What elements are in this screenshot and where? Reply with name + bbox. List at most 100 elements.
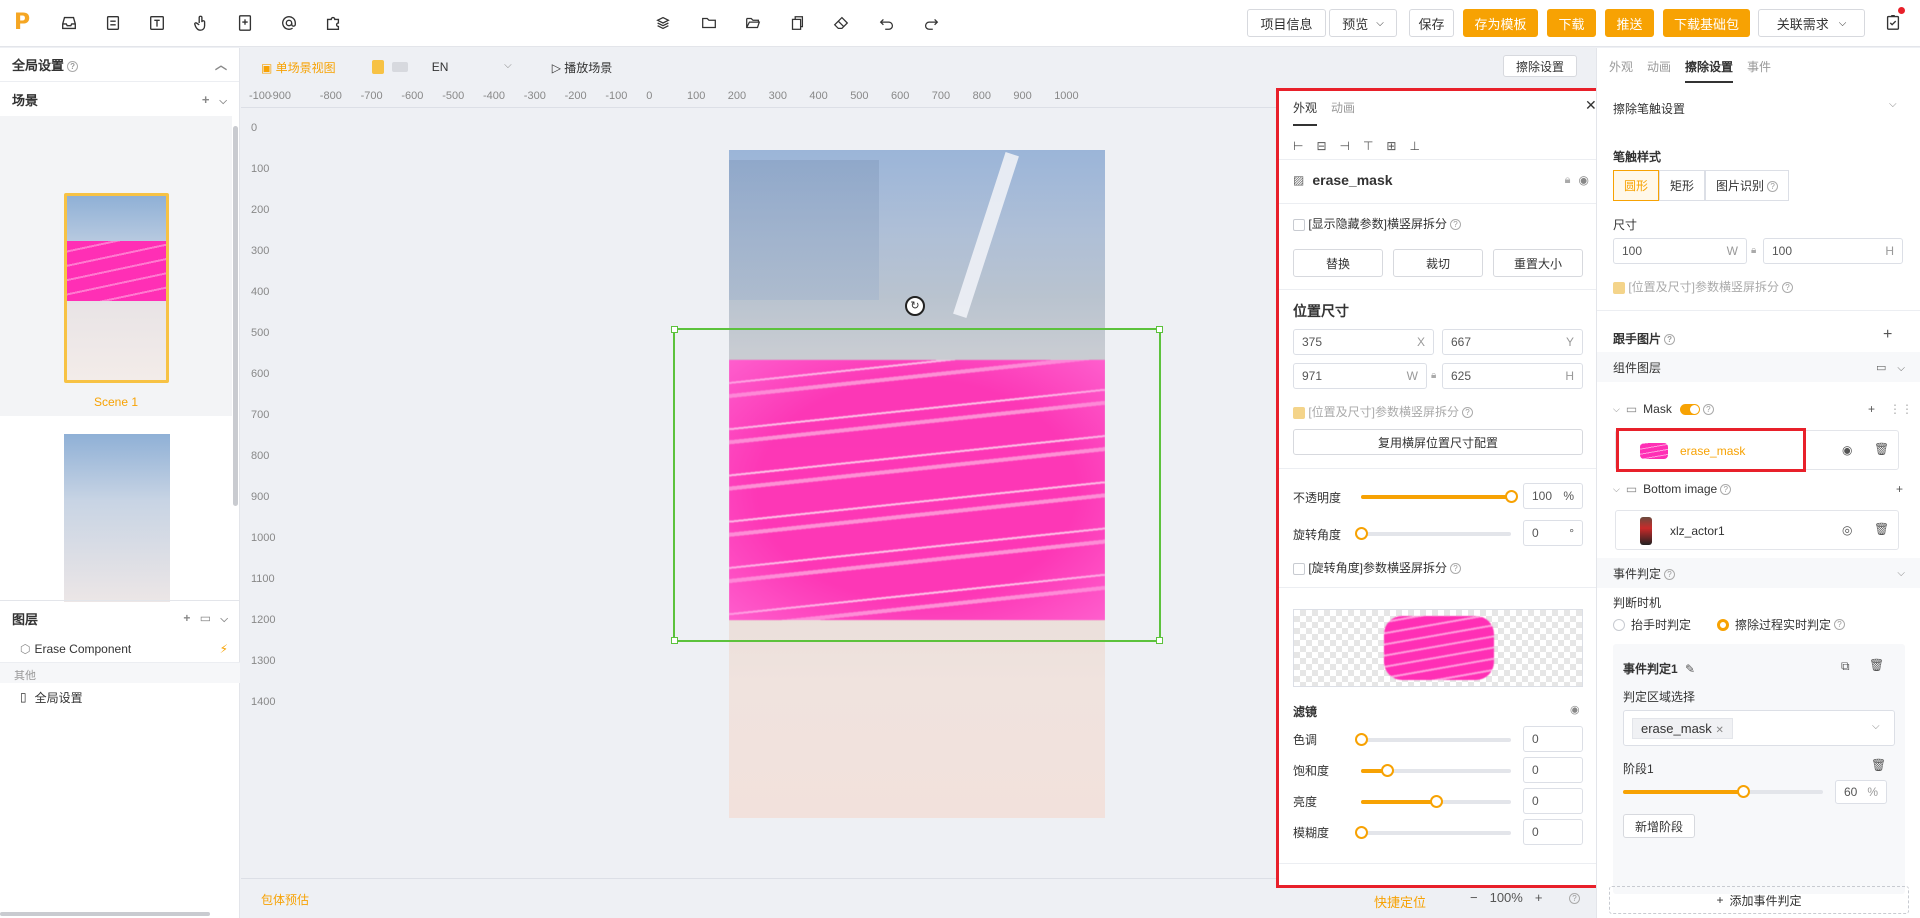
saturation-slider[interactable] <box>1361 764 1511 777</box>
add-bottom-item-icon[interactable]: + <box>1896 482 1903 496</box>
at-icon[interactable] <box>278 12 300 34</box>
save-button[interactable]: 保存 <box>1409 9 1454 37</box>
mask-group-row[interactable]: ⌵ ▭ Mask ? + ⋮⋮ <box>1613 402 1913 416</box>
hand-icon[interactable] <box>190 12 212 34</box>
event-judgement-header[interactable]: 事件判定? ⌵ <box>1597 558 1920 588</box>
actor-layer-row[interactable]: xlz_actor1 ◎ 🗑︎ <box>1615 510 1899 550</box>
position-split-checkbox[interactable] <box>1293 406 1305 419</box>
image-preview[interactable] <box>1293 609 1583 687</box>
blur-slider-knob[interactable] <box>1355 826 1368 839</box>
chevron-down-icon[interactable]: ⌵ <box>1897 363 1905 374</box>
align-middle-v-icon[interactable]: ⊞ <box>1386 139 1396 153</box>
erase-component-layer[interactable]: ⬡ Erase Component ⚡ <box>0 635 240 663</box>
play-scene-button[interactable]: ▷ 播放场景 <box>552 59 613 76</box>
download-button[interactable]: 下载 <box>1547 9 1596 37</box>
realtime-radio[interactable] <box>1717 618 1730 631</box>
rotate-handle-icon[interactable]: ↻ <box>905 296 925 316</box>
resize-handle-se[interactable] <box>1156 637 1163 644</box>
hue-slider-knob[interactable] <box>1355 733 1368 746</box>
brightness-slider-knob[interactable] <box>1430 795 1443 808</box>
related-demand-dropdown[interactable]: 关联需求 ⌵ <box>1758 9 1865 37</box>
remove-tag-icon[interactable]: ✕ <box>1715 725 1723 736</box>
stage-input[interactable]: 60% <box>1835 780 1887 804</box>
show-hidden-checkbox[interactable] <box>1293 218 1305 231</box>
chevron-down-icon[interactable]: ⌵ <box>220 614 228 625</box>
add-scene-icon[interactable]: + <box>202 92 210 107</box>
zoom-in-button[interactable]: + <box>1535 890 1543 905</box>
align-bottom-icon[interactable]: ⊥ <box>1409 139 1419 153</box>
folder-icon[interactable] <box>698 12 720 34</box>
zoom-out-button[interactable]: − <box>1470 890 1478 905</box>
align-center-h-icon[interactable]: ⊟ <box>1316 139 1326 153</box>
saturation-input[interactable]: 0 <box>1523 757 1583 783</box>
crop-button[interactable]: 裁切 <box>1393 249 1483 277</box>
puzzle-icon[interactable] <box>322 12 344 34</box>
edit-icon[interactable]: ✎ <box>1685 662 1695 676</box>
selection-box[interactable] <box>671 326 1163 644</box>
chevron-down-icon[interactable]: ⌵ <box>1613 404 1620 415</box>
language-select[interactable]: EN ⌵ <box>432 60 512 74</box>
preview-dropdown[interactable]: 预览 ⌵ <box>1329 9 1397 37</box>
aspect-lock-icon[interactable]: 🔒︎ <box>1751 245 1756 256</box>
x-input[interactable]: 375 X <box>1293 329 1434 355</box>
style-circle-option[interactable]: 圆形 <box>1613 170 1660 201</box>
brush-height-input[interactable]: 100 H <box>1763 238 1903 264</box>
help-icon[interactable]: ? <box>1569 893 1580 904</box>
copy-icon[interactable] <box>786 12 808 34</box>
mask-toggle[interactable] <box>1679 403 1700 415</box>
folder-icon[interactable]: ▭ <box>1876 362 1886 374</box>
push-button[interactable]: 推送 <box>1605 9 1654 37</box>
stage-slider[interactable] <box>1623 785 1823 798</box>
align-left-icon[interactable]: ⊢ <box>1293 139 1303 153</box>
portrait-toggle[interactable] <box>371 60 384 74</box>
add-hand-image-icon[interactable]: + <box>1883 326 1892 344</box>
align-top-icon[interactable]: ⊤ <box>1363 139 1373 153</box>
rotation-split-checkbox[interactable] <box>1293 562 1305 575</box>
add-layer-icon[interactable]: + <box>183 611 190 625</box>
trash-icon[interactable]: 🗑︎ <box>1874 442 1889 456</box>
chevron-down-icon[interactable]: ⌵ <box>1613 484 1620 495</box>
tab-animation[interactable]: 动画 <box>1647 58 1671 83</box>
erase-settings-button[interactable]: 擦除设置 <box>1503 55 1577 77</box>
eye-off-icon[interactable]: ◎ <box>1842 523 1852 537</box>
brightness-slider[interactable] <box>1361 795 1511 808</box>
task-check-icon[interactable] <box>1882 11 1904 33</box>
position-split-row[interactable]: [位置及尺寸]参数横竖屏拆分? <box>1293 403 1474 420</box>
brightness-input[interactable]: 0 <box>1523 788 1583 814</box>
add-mask-item-icon[interactable]: + <box>1868 402 1875 416</box>
erase-mask-layer-row[interactable]: erase_mask ◉ 🗑︎ <box>1615 428 1899 472</box>
region-select[interactable]: erase_mask ✕ ⌵ <box>1623 710 1895 746</box>
brush-size-split-row[interactable]: [位置及尺寸]参数横竖屏拆分? <box>1613 278 1794 295</box>
chevron-down-icon[interactable]: ⌵ <box>219 96 227 107</box>
stage-slider-knob[interactable] <box>1737 785 1750 798</box>
tab-appearance[interactable]: 外观 <box>1293 99 1318 126</box>
filter-eye-icon[interactable]: ◉ <box>1570 703 1580 716</box>
add-stage-button[interactable]: 新增阶段 <box>1623 814 1695 838</box>
left-horizontal-scrollbar[interactable] <box>0 912 210 916</box>
brush-settings-header[interactable]: 擦除笔触设置 ⌵ <box>1597 84 1920 150</box>
style-image-option[interactable]: 图片识别? <box>1705 170 1790 201</box>
download-base-button[interactable]: 下载基础包 <box>1663 9 1750 37</box>
aspect-lock-icon[interactable]: 🔒︎ <box>1431 370 1436 381</box>
opacity-slider[interactable] <box>1361 490 1518 503</box>
eye-icon[interactable]: ◉ <box>1579 173 1589 187</box>
brush-width-input[interactable]: 100 W <box>1613 238 1747 264</box>
w-input[interactable]: 971 W <box>1293 363 1427 389</box>
tab-erase-settings[interactable]: 擦除设置 <box>1685 58 1734 83</box>
size-estimate-link[interactable]: 包体预估 <box>261 891 309 908</box>
undo-icon[interactable] <box>876 12 898 34</box>
save-template-button[interactable]: 存为模板 <box>1463 9 1538 37</box>
resize-handle-ne[interactable] <box>1156 326 1163 333</box>
reuse-landscape-button[interactable]: 复用横屏位置尺寸配置 <box>1293 429 1583 455</box>
copy-icon[interactable]: ⧉ <box>1841 659 1850 674</box>
trash-icon[interactable]: 🗑︎ <box>1871 758 1886 772</box>
align-right-icon[interactable]: ⊣ <box>1340 139 1350 153</box>
h-input[interactable]: 625 H <box>1442 363 1583 389</box>
rotation-split-row[interactable]: [旋转角度]参数横竖屏拆分? <box>1293 559 1462 576</box>
opacity-input[interactable]: 100% <box>1523 483 1583 509</box>
text-icon[interactable] <box>146 12 168 34</box>
opacity-slider-knob[interactable] <box>1505 490 1518 503</box>
global-settings-item[interactable]: ▯ 全局设置 <box>0 683 240 711</box>
close-icon[interactable]: ✕ <box>1585 97 1597 114</box>
blur-input[interactable]: 0 <box>1523 819 1583 845</box>
